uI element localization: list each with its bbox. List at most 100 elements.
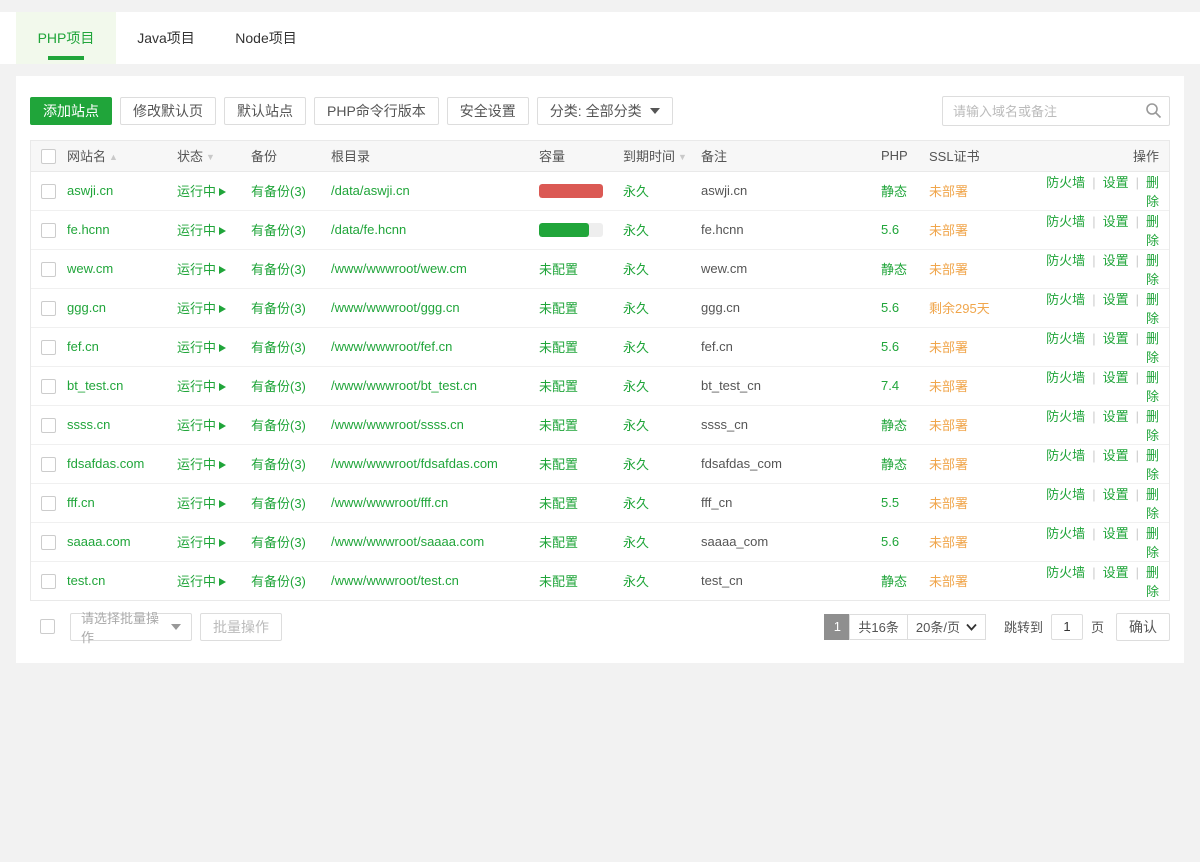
delete-link[interactable]: 删除 bbox=[1146, 526, 1159, 560]
site-name-link[interactable]: ggg.cn bbox=[67, 300, 106, 315]
php-version-link[interactable]: 5.6 bbox=[881, 534, 899, 549]
firewall-link[interactable]: 防火墙 bbox=[1046, 409, 1085, 424]
delete-link[interactable]: 删除 bbox=[1146, 214, 1159, 248]
firewall-link[interactable]: 防火墙 bbox=[1046, 253, 1085, 268]
ssl-status-link[interactable]: 未部署 bbox=[929, 574, 968, 589]
row-checkbox[interactable] bbox=[41, 223, 56, 238]
settings-link[interactable]: 设置 bbox=[1103, 175, 1129, 190]
settings-link[interactable]: 设置 bbox=[1103, 526, 1129, 541]
site-name-link[interactable]: fff.cn bbox=[67, 495, 95, 510]
backup-link[interactable]: 有备份(3) bbox=[251, 223, 306, 238]
site-status-link[interactable]: 运行中 bbox=[177, 184, 226, 199]
php-version-link[interactable]: 7.4 bbox=[881, 378, 899, 393]
ssl-status-link[interactable]: 未部署 bbox=[929, 535, 968, 550]
delete-link[interactable]: 删除 bbox=[1146, 292, 1159, 326]
root-path-link[interactable]: /www/wwwroot/saaaa.com bbox=[331, 534, 484, 549]
remark-text[interactable]: aswji.cn bbox=[701, 183, 747, 198]
expire-date-link[interactable]: 永久 bbox=[623, 418, 649, 433]
php-cli-version-button[interactable]: PHP命令行版本 bbox=[314, 97, 439, 125]
tab-java-project[interactable]: Java项目 bbox=[116, 12, 216, 64]
add-site-button[interactable]: 添加站点 bbox=[30, 97, 112, 125]
remark-text[interactable]: fef.cn bbox=[701, 339, 733, 354]
php-version-link[interactable]: 静态 bbox=[881, 457, 907, 472]
root-path-link[interactable]: /data/fe.hcnn bbox=[331, 222, 406, 237]
delete-link[interactable]: 删除 bbox=[1146, 253, 1159, 287]
firewall-link[interactable]: 防火墙 bbox=[1046, 526, 1085, 541]
site-status-link[interactable]: 运行中 bbox=[177, 223, 226, 238]
capacity-config-link[interactable]: 未配置 bbox=[539, 418, 578, 433]
capacity-config-link[interactable]: 未配置 bbox=[539, 574, 578, 589]
backup-link[interactable]: 有备份(3) bbox=[251, 418, 306, 433]
backup-link[interactable]: 有备份(3) bbox=[251, 262, 306, 277]
row-checkbox[interactable] bbox=[41, 379, 56, 394]
column-header-name[interactable]: 网站名▲ bbox=[67, 141, 177, 171]
remark-text[interactable]: bt_test_cn bbox=[701, 378, 761, 393]
root-path-link[interactable]: /www/wwwroot/fff.cn bbox=[331, 495, 448, 510]
php-version-link[interactable]: 静态 bbox=[881, 184, 907, 199]
site-status-link[interactable]: 运行中 bbox=[177, 574, 226, 589]
firewall-link[interactable]: 防火墙 bbox=[1046, 175, 1085, 190]
firewall-link[interactable]: 防火墙 bbox=[1046, 370, 1085, 385]
remark-text[interactable]: fdsafdas_com bbox=[701, 456, 782, 471]
settings-link[interactable]: 设置 bbox=[1103, 448, 1129, 463]
site-status-link[interactable]: 运行中 bbox=[177, 340, 226, 355]
delete-link[interactable]: 删除 bbox=[1146, 565, 1159, 599]
row-checkbox[interactable] bbox=[41, 262, 56, 277]
settings-link[interactable]: 设置 bbox=[1103, 370, 1129, 385]
capacity-config-link[interactable]: 未配置 bbox=[539, 262, 578, 277]
search-icon[interactable] bbox=[1145, 102, 1162, 122]
expire-date-link[interactable]: 永久 bbox=[623, 301, 649, 316]
expire-date-link[interactable]: 永久 bbox=[623, 496, 649, 511]
ssl-status-link[interactable]: 未部署 bbox=[929, 184, 968, 199]
backup-link[interactable]: 有备份(3) bbox=[251, 535, 306, 550]
tab-node-project[interactable]: Node项目 bbox=[216, 12, 316, 64]
column-header-expire[interactable]: 到期时间▼ bbox=[623, 141, 701, 171]
firewall-link[interactable]: 防火墙 bbox=[1046, 487, 1085, 502]
site-status-link[interactable]: 运行中 bbox=[177, 262, 226, 277]
remark-text[interactable]: fff_cn bbox=[701, 495, 732, 510]
category-filter-dropdown[interactable]: 分类: 全部分类 bbox=[537, 97, 673, 125]
site-status-link[interactable]: 运行中 bbox=[177, 301, 226, 316]
backup-link[interactable]: 有备份(3) bbox=[251, 379, 306, 394]
root-path-link[interactable]: /www/wwwroot/test.cn bbox=[331, 573, 459, 588]
firewall-link[interactable]: 防火墙 bbox=[1046, 292, 1085, 307]
expire-date-link[interactable]: 永久 bbox=[623, 262, 649, 277]
capacity-config-link[interactable]: 未配置 bbox=[539, 301, 578, 316]
remark-text[interactable]: test_cn bbox=[701, 573, 743, 588]
php-version-link[interactable]: 静态 bbox=[881, 418, 907, 433]
backup-link[interactable]: 有备份(3) bbox=[251, 574, 306, 589]
root-path-link[interactable]: /www/wwwroot/ssss.cn bbox=[331, 417, 464, 432]
batch-action-dropdown[interactable]: 请选择批量操作 bbox=[70, 613, 192, 641]
row-checkbox[interactable] bbox=[41, 535, 56, 550]
jump-page-input[interactable] bbox=[1051, 614, 1083, 640]
site-name-link[interactable]: saaaa.com bbox=[67, 534, 131, 549]
site-name-link[interactable]: aswji.cn bbox=[67, 183, 113, 198]
root-path-link[interactable]: /www/wwwroot/wew.cm bbox=[331, 261, 467, 276]
site-name-link[interactable]: bt_test.cn bbox=[67, 378, 123, 393]
security-settings-button[interactable]: 安全设置 bbox=[447, 97, 529, 125]
expire-date-link[interactable]: 永久 bbox=[623, 223, 649, 238]
default-site-button[interactable]: 默认站点 bbox=[224, 97, 306, 125]
expire-date-link[interactable]: 永久 bbox=[623, 574, 649, 589]
ssl-status-link[interactable]: 未部署 bbox=[929, 223, 968, 238]
capacity-config-link[interactable]: 未配置 bbox=[539, 379, 578, 394]
remark-text[interactable]: fe.hcnn bbox=[701, 222, 744, 237]
settings-link[interactable]: 设置 bbox=[1103, 409, 1129, 424]
settings-link[interactable]: 设置 bbox=[1103, 292, 1129, 307]
site-name-link[interactable]: wew.cm bbox=[67, 261, 113, 276]
confirm-jump-button[interactable]: 确认 bbox=[1116, 613, 1170, 641]
site-name-link[interactable]: fef.cn bbox=[67, 339, 99, 354]
batch-action-button[interactable]: 批量操作 bbox=[200, 613, 282, 641]
ssl-status-link[interactable]: 未部署 bbox=[929, 457, 968, 472]
remark-text[interactable]: wew.cm bbox=[701, 261, 747, 276]
remark-text[interactable]: ssss_cn bbox=[701, 417, 748, 432]
backup-link[interactable]: 有备份(3) bbox=[251, 457, 306, 472]
site-status-link[interactable]: 运行中 bbox=[177, 535, 226, 550]
per-page-select[interactable]: 20条/页 bbox=[907, 614, 986, 640]
select-all-checkbox[interactable] bbox=[41, 149, 56, 164]
backup-link[interactable]: 有备份(3) bbox=[251, 301, 306, 316]
settings-link[interactable]: 设置 bbox=[1103, 214, 1129, 229]
firewall-link[interactable]: 防火墙 bbox=[1046, 331, 1085, 346]
row-checkbox[interactable] bbox=[41, 184, 56, 199]
backup-link[interactable]: 有备份(3) bbox=[251, 496, 306, 511]
